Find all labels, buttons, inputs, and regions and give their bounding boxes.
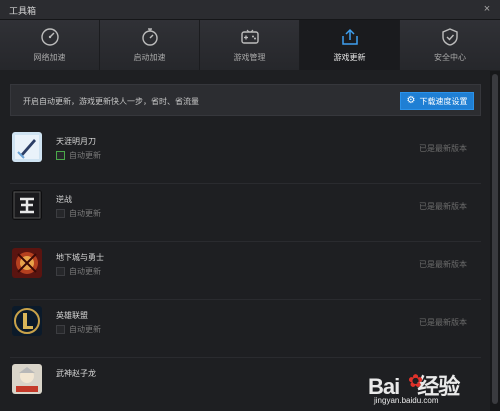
auto-update-option[interactable]: 自动更新 xyxy=(56,266,101,277)
watermark-url: jingyan.baidu.com xyxy=(374,396,439,405)
auto-update-label: 自动更新 xyxy=(69,325,101,334)
auto-update-label: 自动更新 xyxy=(69,151,101,160)
tab-network-acceleration[interactable]: 网络加速 xyxy=(0,20,100,70)
game-logo-nizhan xyxy=(12,190,42,220)
auto-update-checkbox[interactable] xyxy=(56,267,65,276)
update-status: 已是最新版本 xyxy=(419,318,467,327)
game-logo-lol xyxy=(12,306,42,336)
update-status: 已是最新版本 xyxy=(419,144,467,153)
speedometer-icon xyxy=(41,28,59,46)
tab-startup-acceleration[interactable]: 启动加速 xyxy=(100,20,200,70)
tab-bar: 网络加速 启动加速 游戏管理 游戏更新 安全中心 xyxy=(0,20,500,70)
game-row-nizhan: 逆战 自动更新 已是最新版本 xyxy=(10,184,481,242)
tab-security-center[interactable]: 安全中心 xyxy=(400,20,500,70)
window-title: 工具箱 xyxy=(9,6,37,16)
tab-label: 安全中心 xyxy=(434,53,466,62)
game-row-tianya: 天涯明月刀 自动更新 已是最新版本 xyxy=(10,126,481,184)
tab-label: 启动加速 xyxy=(133,53,166,62)
upload-icon xyxy=(342,28,358,45)
paw-icon: ✿ xyxy=(408,371,424,391)
game-logo-tianya xyxy=(12,132,42,162)
game-row-dnf: 地下城与勇士 自动更新 已是最新版本 xyxy=(10,242,481,300)
download-speed-settings-button[interactable]: ⚙ 下载速度设置 xyxy=(400,92,474,110)
game-name: 英雄联盟 xyxy=(56,311,88,320)
button-label: 下载速度设置 xyxy=(419,96,468,106)
auto-update-checkbox[interactable] xyxy=(56,151,65,160)
tab-label: 游戏更新 xyxy=(333,53,366,62)
tab-label: 网络加速 xyxy=(33,53,66,62)
auto-update-notice: 开启自动更新，游戏更新快人一步，省时、省流量 ⚙ 下载速度设置 xyxy=(10,84,481,116)
game-name: 地下城与勇士 xyxy=(56,253,104,262)
tab-game-update[interactable]: 游戏更新 xyxy=(300,20,400,70)
baidu-jingyan-watermark: Bai 经验 ✿ jingyan.baidu.com xyxy=(368,369,492,407)
auto-update-checkbox[interactable] xyxy=(56,325,65,334)
tab-game-management[interactable]: 游戏管理 xyxy=(200,20,300,70)
gamepad-icon xyxy=(241,29,259,44)
scrollbar-thumb[interactable] xyxy=(492,74,498,404)
stopwatch-icon xyxy=(142,28,158,46)
auto-update-label: 自动更新 xyxy=(69,267,101,276)
game-name: 天涯明月刀 xyxy=(56,137,96,146)
game-name: 逆战 xyxy=(56,195,72,204)
update-panel: 开启自动更新，游戏更新快人一步，省时、省流量 ⚙ 下载速度设置 天涯明月刀 自动… xyxy=(0,71,490,411)
shield-check-icon xyxy=(442,28,458,46)
auto-update-checkbox[interactable] xyxy=(56,209,65,218)
game-logo-wushen xyxy=(12,364,42,394)
title-bar: 工具箱 × xyxy=(0,0,500,20)
game-row-lol: 英雄联盟 自动更新 已是最新版本 xyxy=(10,300,481,358)
auto-update-label: 自动更新 xyxy=(69,209,101,218)
close-icon[interactable]: × xyxy=(481,3,493,15)
game-logo-dnf xyxy=(12,248,42,278)
scrollbar[interactable] xyxy=(490,71,500,411)
update-status: 已是最新版本 xyxy=(419,260,467,269)
auto-update-option[interactable]: 自动更新 xyxy=(56,208,101,219)
notice-text: 开启自动更新，游戏更新快人一步，省时、省流量 xyxy=(23,97,199,106)
auto-update-option[interactable]: 自动更新 xyxy=(56,324,101,335)
game-name: 武神赵子龙 xyxy=(56,369,96,378)
update-status: 已是最新版本 xyxy=(419,202,467,211)
tab-label: 游戏管理 xyxy=(233,53,266,62)
auto-update-option[interactable]: 自动更新 xyxy=(56,150,101,161)
gear-icon: ⚙ xyxy=(406,95,416,106)
